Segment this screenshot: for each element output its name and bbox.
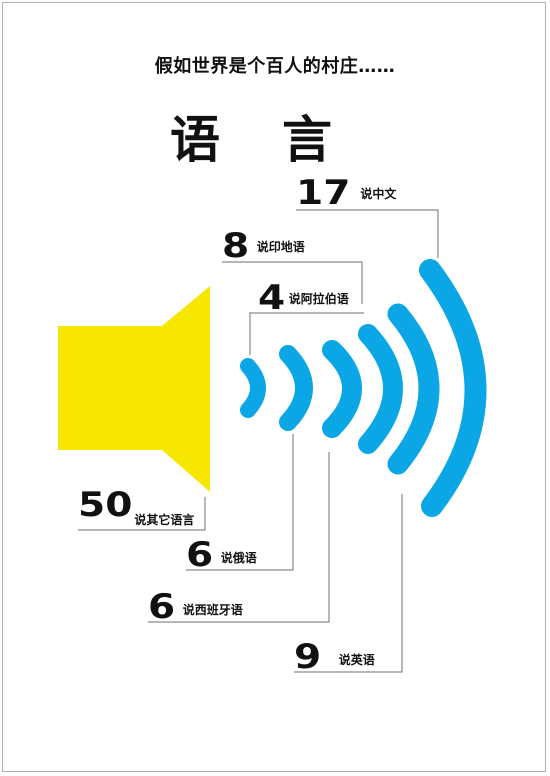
count-spanish: 6	[148, 587, 176, 627]
label-other: 50 说其它语言	[78, 485, 194, 527]
language-hindi: 说印地语	[256, 240, 305, 254]
connector-chinese	[296, 209, 439, 258]
count-arabic: 4	[258, 278, 286, 318]
language-spanish: 说西班牙语	[182, 603, 243, 617]
label-english: 9 说英语	[294, 637, 375, 677]
language-english: 说英语	[338, 653, 375, 667]
label-spanish: 6 说西班牙语	[148, 590, 243, 624]
language-diagram	[58, 209, 487, 673]
sound-wave-4	[358, 324, 403, 454]
sound-wave-2	[279, 345, 313, 431]
count-chinese: 17	[296, 173, 351, 213]
label-russian: 6 说俄语	[186, 538, 257, 572]
count-hindi: 8	[222, 226, 250, 266]
count-english: 9	[294, 637, 322, 677]
count-other: 50	[78, 485, 133, 525]
sound-wave-3	[322, 340, 362, 438]
label-arabic: 4 说阿拉伯语	[258, 281, 349, 315]
label-hindi: 8 说印地语	[222, 229, 305, 263]
language-other: 说其它语言	[134, 513, 195, 527]
language-russian: 说俄语	[220, 551, 257, 565]
speaker-icon	[58, 286, 210, 492]
sound-wave-1	[240, 358, 266, 418]
count-russian: 6	[186, 535, 214, 575]
language-arabic: 说阿拉伯语	[288, 292, 349, 306]
language-chinese: 说中文	[360, 187, 397, 201]
label-chinese: 17 说中文	[296, 173, 396, 213]
connector-arabic	[249, 312, 364, 355]
